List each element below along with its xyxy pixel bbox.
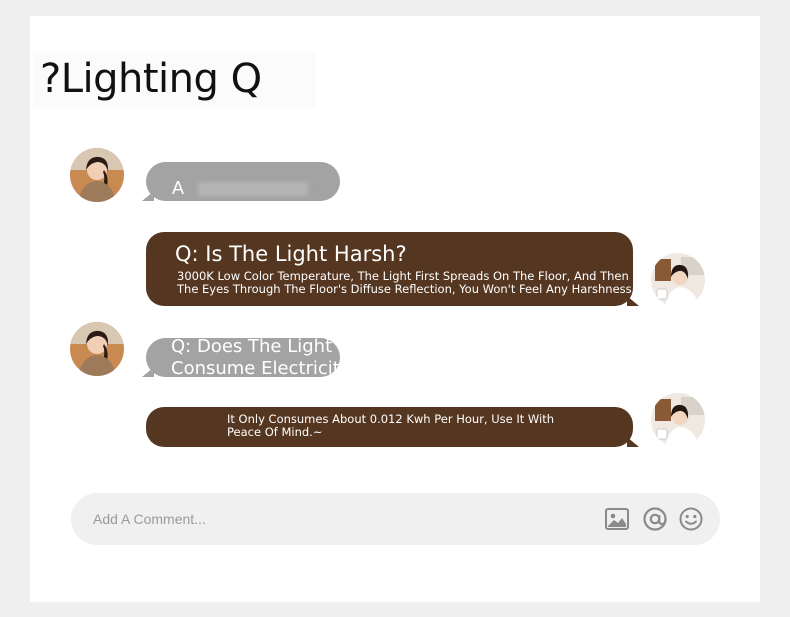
image-icon[interactable] [604,506,630,532]
emoji-icon[interactable] [678,506,704,532]
message-line: Q: Does The Light [171,336,333,357]
message-title: Q: Is The Light Harsh? [175,242,407,266]
avatar-user-left[interactable] [70,322,124,376]
avatar-user-left[interactable] [70,148,124,202]
bubble-tail [627,437,639,447]
message-bubble-1[interactable]: A [146,162,340,201]
message-bubble-3[interactable]: Q: Does The Light Consume Electricit [146,336,340,379]
bubble-tail [627,296,639,306]
message-line: Consume Electricit [171,358,340,379]
message-body: 3000K Low Color Temperature, The Light F… [177,270,633,296]
avatar-user-right[interactable] [651,253,705,307]
message-line: Peace Of Mind.~ [227,425,323,439]
comment-bar [71,493,720,545]
message-bubble-2[interactable]: Q: Is The Light Harsh? 3000K Low Color T… [146,232,633,306]
message-bubble-4[interactable]: It Only Consumes About 0.012 Kwh Per Hou… [146,407,633,447]
avatar-user-right[interactable] [651,393,705,447]
message-body: It Only Consumes About 0.012 Kwh Per Hou… [227,413,557,439]
page-title: ?Lighting Q [40,56,262,102]
message-line: The Eyes Through The Floor's Diffuse Ref… [177,282,633,296]
comment-input[interactable] [93,507,553,531]
blurred-text [198,182,309,197]
at-icon[interactable] [642,506,668,532]
message-text: A [172,178,185,198]
